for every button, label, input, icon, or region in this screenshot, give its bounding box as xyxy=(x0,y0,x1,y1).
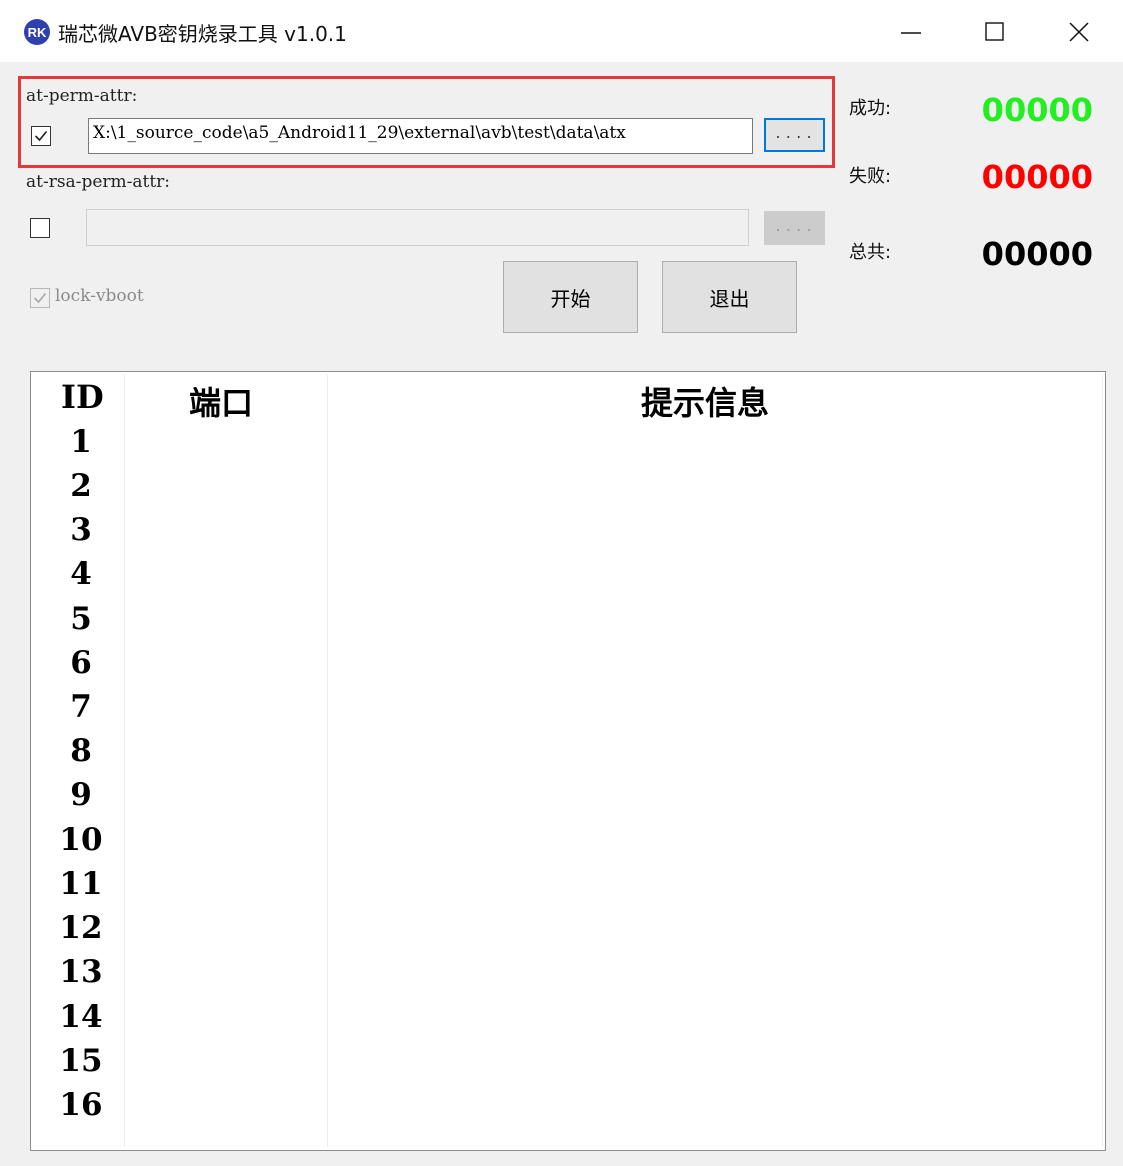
maximize-icon xyxy=(985,22,1004,41)
table-row-id[interactable]: 5 xyxy=(51,597,111,641)
column-divider xyxy=(1102,375,1103,1147)
start-button[interactable]: 开始 xyxy=(503,261,638,333)
minimize-icon xyxy=(901,32,921,34)
fail-count: 00000 xyxy=(981,158,1093,196)
perm-attr-checkbox[interactable] xyxy=(31,126,51,146)
table-row-id[interactable]: 10 xyxy=(51,818,111,862)
rsa-perm-attr-path-input[interactable] xyxy=(86,209,749,246)
column-header-id[interactable]: ID xyxy=(61,378,104,416)
results-table[interactable]: ID 端口 提示信息 1 2 3 4 5 6 7 8 9 10 11 12 13… xyxy=(30,371,1106,1151)
checkmark-icon xyxy=(34,130,48,142)
table-row-id[interactable]: 8 xyxy=(51,729,111,773)
lock-vboot-checkbox[interactable] xyxy=(30,288,50,308)
maximize-button[interactable] xyxy=(960,0,1030,62)
total-label: 总共: xyxy=(849,242,892,263)
close-icon xyxy=(1069,22,1089,42)
table-row-id[interactable]: 12 xyxy=(51,906,111,950)
close-button[interactable] xyxy=(1044,0,1114,62)
table-row-id[interactable]: 6 xyxy=(51,641,111,685)
column-header-info[interactable]: 提示信息 xyxy=(641,378,769,424)
table-row-id[interactable]: 3 xyxy=(51,508,111,552)
table-row-id[interactable]: 4 xyxy=(51,552,111,596)
table-row-id[interactable]: 13 xyxy=(51,950,111,994)
rsa-perm-attr-browse-button[interactable]: .... xyxy=(764,211,825,245)
table-row-id[interactable]: 11 xyxy=(51,862,111,906)
table-row-id[interactable]: 9 xyxy=(51,773,111,817)
total-count: 00000 xyxy=(981,235,1093,273)
column-header-port[interactable]: 端口 xyxy=(189,378,253,424)
title-bar: RK 瑞芯微AVB密钥烧录工具 v1.0.1 xyxy=(0,0,1123,62)
table-row-id[interactable]: 7 xyxy=(51,685,111,729)
rsa-perm-attr-checkbox[interactable] xyxy=(30,218,50,238)
checkmark-icon xyxy=(33,292,47,304)
minimize-button[interactable] xyxy=(876,0,946,62)
fail-label: 失败: xyxy=(849,166,892,187)
success-count: 00000 xyxy=(981,91,1093,129)
perm-attr-label: at-perm-attr: xyxy=(26,86,138,106)
table-row-id[interactable]: 16 xyxy=(51,1083,111,1127)
perm-attr-path-input[interactable]: X:\1_source_code\a5_Android11_29\externa… xyxy=(88,118,753,154)
rsa-perm-attr-label: at-rsa-perm-attr: xyxy=(26,172,171,192)
column-divider xyxy=(327,375,328,1147)
exit-button[interactable]: 退出 xyxy=(662,261,797,333)
app-logo-icon: RK xyxy=(24,19,50,45)
column-divider xyxy=(124,375,125,1147)
table-row-id[interactable]: 1 xyxy=(51,420,111,464)
perm-attr-browse-button[interactable]: .... xyxy=(764,118,825,152)
lock-vboot-label: lock-vboot xyxy=(55,286,144,306)
table-row-id[interactable]: 15 xyxy=(51,1039,111,1083)
table-row-id[interactable]: 2 xyxy=(51,464,111,508)
table-row-id[interactable]: 14 xyxy=(51,995,111,1039)
window-title: 瑞芯微AVB密钥烧录工具 v1.0.1 xyxy=(58,22,347,46)
success-label: 成功: xyxy=(849,98,892,119)
